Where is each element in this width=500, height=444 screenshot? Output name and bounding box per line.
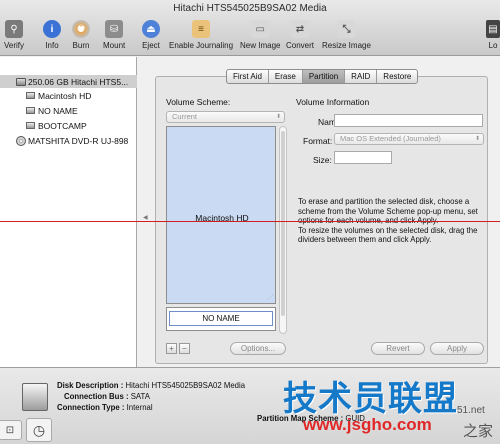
hard-disk-icon xyxy=(16,77,26,86)
toolbar-info-button[interactable]: i Info xyxy=(43,20,61,50)
red-guide-line xyxy=(0,221,500,222)
toolbar-new-image-button[interactable]: ▭ New Image xyxy=(240,20,280,50)
toolbar-burn-button[interactable]: ☢ Burn xyxy=(72,20,90,50)
connection-type-row: Connection Type : Internal xyxy=(57,403,153,412)
format-label: Format: xyxy=(303,136,333,146)
tab-partition[interactable]: Partition xyxy=(302,70,346,83)
tab-erase[interactable]: Erase xyxy=(269,70,303,83)
split-view-handle[interactable]: ◀ xyxy=(143,214,148,221)
toolbar-convert-button[interactable]: ⇄ Convert xyxy=(286,20,314,50)
tab-restore[interactable]: Restore xyxy=(377,70,417,83)
resize-image-icon: ⤡ xyxy=(337,20,356,38)
connection-bus-row: Connection Bus : SATA xyxy=(64,392,150,401)
screenshot-icon: ⊡ xyxy=(5,424,15,436)
add-partition-button[interactable]: + xyxy=(166,343,177,354)
log-icon: ▤ xyxy=(486,20,500,38)
apply-button[interactable]: Apply xyxy=(430,342,484,355)
screen-capture-button[interactable]: ⊡ xyxy=(0,420,22,440)
volume-scheme-scrollbar[interactable] xyxy=(279,126,287,334)
clock-button[interactable]: ◷ xyxy=(26,418,52,442)
tab-raid[interactable]: RAID xyxy=(345,70,378,83)
toolbar-verify-button[interactable]: ⚲ Verify xyxy=(4,20,24,50)
format-popup[interactable]: Mac OS Extended (Journaled) ⬍ xyxy=(334,133,484,145)
disk-list-sidebar: 250.06 GB Hitachi HTS5... Macintosh HD N… xyxy=(0,57,137,367)
eject-icon: ⏏ xyxy=(142,20,160,38)
resize-grip-icon[interactable]: ⋰ xyxy=(267,294,273,301)
sidebar-item-no-name[interactable]: NO NAME xyxy=(26,104,78,117)
volume-scheme-partition-macintosh-hd[interactable]: Macintosh HD ⋰ xyxy=(166,126,276,304)
watermark-logo-text: 技术员联盟 xyxy=(283,380,458,418)
volume-icon xyxy=(26,92,35,99)
disk-description-row: Disk Description : Hitachi HTS545025B9SA… xyxy=(57,381,246,390)
size-label: Size: xyxy=(313,155,332,165)
window-toolbar: Hitachi HTS545025B9SA02 Media ⚲ Verify i… xyxy=(0,0,500,56)
toolbar-resize-image-button[interactable]: ⤡ Resize Image xyxy=(322,20,371,50)
burn-icon: ☢ xyxy=(72,20,90,38)
clock-icon: ◷ xyxy=(32,421,46,438)
new-image-icon: ▭ xyxy=(251,20,270,38)
mount-icon: ⛁ xyxy=(105,20,124,38)
volume-icon xyxy=(26,122,35,129)
revert-button[interactable]: Revert xyxy=(371,342,425,355)
tab-first-aid[interactable]: First Aid xyxy=(227,70,269,83)
convert-icon: ⇄ xyxy=(291,20,309,38)
name-field[interactable] xyxy=(334,114,483,127)
volume-scheme-title: Volume Scheme: xyxy=(166,97,231,107)
hard-disk-icon xyxy=(22,383,48,411)
size-field[interactable] xyxy=(334,151,392,164)
watermark-site: 51.net xyxy=(457,405,485,416)
watermark-home: 之家 xyxy=(463,423,494,440)
volume-scheme-partition-no-name[interactable]: NO NAME xyxy=(166,307,276,331)
toolbar-mount-button[interactable]: ⛁ Mount xyxy=(103,20,125,50)
optical-disc-icon xyxy=(16,135,26,146)
sidebar-item-macintosh-hd[interactable]: Macintosh HD xyxy=(26,89,91,102)
sidebar-item-bootcamp[interactable]: BOOTCAMP xyxy=(26,119,87,132)
popup-arrows-icon: ⬍ xyxy=(474,136,480,142)
info-icon: i xyxy=(43,20,61,38)
journal-icon: ≡ xyxy=(192,20,211,38)
tab-bar: First Aid Erase Partition RAID Restore xyxy=(226,69,419,84)
toolbar-eject-button[interactable]: ⏏ Eject xyxy=(142,20,160,50)
sidebar-item-hitachi-disk[interactable]: 250.06 GB Hitachi HTS5... xyxy=(0,75,137,88)
toolbar-log-button[interactable]: ▤ Lo xyxy=(486,20,500,50)
watermark-url: www.jsgho.com xyxy=(303,415,432,434)
volume-scheme-popup[interactable]: Current ⬍ xyxy=(166,111,285,123)
scrollbar-thumb[interactable] xyxy=(281,131,285,316)
volume-icon xyxy=(26,107,35,114)
popup-arrows-icon: ⬍ xyxy=(275,114,281,120)
remove-partition-button[interactable]: − xyxy=(179,343,190,354)
microscope-icon: ⚲ xyxy=(5,20,23,38)
toolbar-enable-journaling-button[interactable]: ≡ Enable Journaling xyxy=(169,20,233,50)
window-title: Hitachi HTS545025B9SA02 Media xyxy=(173,3,327,14)
sidebar-item-dvd-drive[interactable]: MATSHITA DVD-R UJ-898 xyxy=(16,134,128,147)
options-button[interactable]: Options... xyxy=(230,342,286,355)
volume-information-title: Volume Information xyxy=(296,97,370,107)
